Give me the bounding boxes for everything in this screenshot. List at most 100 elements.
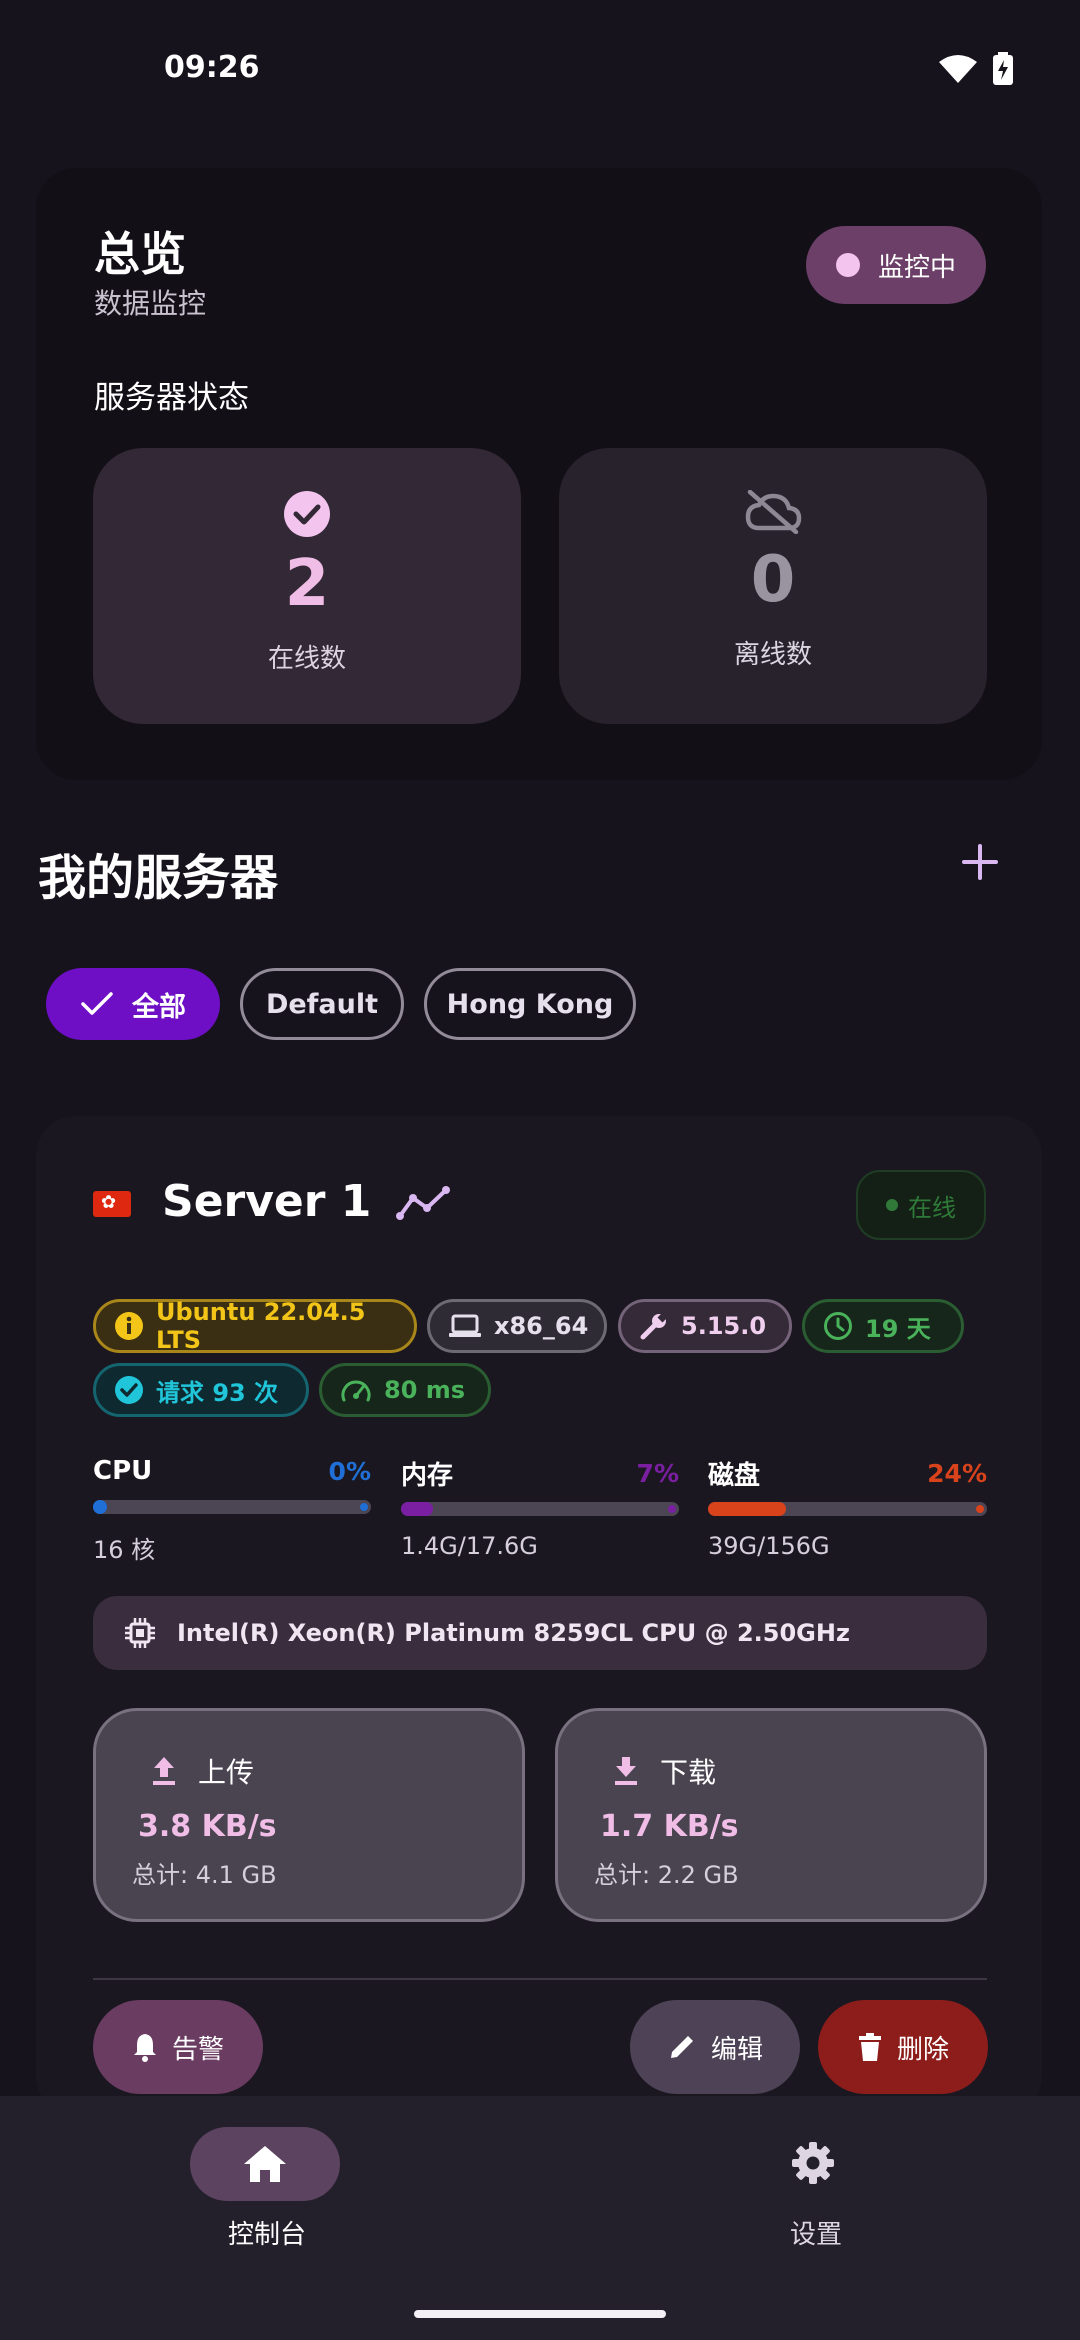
kernel-tag: 5.15.0 — [618, 1299, 792, 1353]
status-time: 09:26 — [164, 50, 260, 85]
uptime-tag: 19 天 — [802, 1299, 964, 1353]
nav-settings-label[interactable]: 设置 — [790, 2214, 842, 2251]
disk-progress-end — [976, 1505, 984, 1513]
home-icon — [242, 2144, 288, 2184]
nav-item-settings[interactable] — [788, 2138, 838, 2188]
status-dot-icon — [886, 1199, 898, 1211]
kernel-label: 5.15.0 — [681, 1312, 767, 1340]
online-count-card[interactable]: 2 在线数 — [93, 448, 521, 724]
memory-progress-bar — [401, 1502, 679, 1516]
nav-item-dashboard[interactable] — [190, 2127, 340, 2201]
upload-header: 上传 — [150, 1751, 254, 1791]
offline-count-label: 离线数 — [733, 639, 812, 670]
check-circle-icon — [283, 490, 331, 538]
disk-usage: 39G/156G — [708, 1532, 830, 1560]
ping-label: 80 ms — [384, 1376, 466, 1404]
bottom-navigation — [0, 2096, 1080, 2340]
alert-button[interactable]: 告警 — [93, 2000, 263, 2094]
trash-icon — [857, 2032, 883, 2062]
monitoring-label: 监控中 — [877, 252, 956, 283]
server-status-heading: 服务器状态 — [94, 380, 249, 416]
cpu-model-box: Intel(R) Xeon(R) Platinum 8259CL CPU @ 2… — [93, 1596, 987, 1670]
disk-meter: 磁盘 24% 39G/156G — [708, 1456, 987, 1560]
filter-chip-all[interactable]: 全部 — [46, 968, 220, 1040]
hong-kong-flag-icon: ✿ — [93, 1191, 131, 1217]
os-tag: Ubuntu 22.04.5 LTS — [93, 1298, 417, 1354]
filter-chip-hong-kong[interactable]: Hong Kong — [424, 968, 636, 1040]
offline-count-card[interactable]: 0 离线数 — [559, 448, 987, 724]
page-subtitle: 数据监控 — [94, 287, 207, 320]
online-count: 2 — [284, 547, 330, 621]
check-icon — [80, 990, 114, 1018]
cpu-meter: CPU 0% 16 核 — [93, 1454, 371, 1565]
monitoring-toggle-button[interactable]: 监控中 — [806, 226, 986, 304]
cpu-percent: 0% — [328, 1456, 371, 1486]
status-badge: 在线 — [856, 1170, 986, 1240]
page-title: 总览 — [94, 227, 186, 281]
nav-dashboard-label[interactable]: 控制台 — [228, 2214, 306, 2251]
ping-tag: 80 ms — [319, 1363, 491, 1417]
filter-chip-label: Hong Kong — [446, 988, 614, 1020]
arch-label: x86_64 — [494, 1312, 589, 1340]
gear-icon — [788, 2138, 838, 2188]
download-total: 总计: 2.2 GB — [594, 1861, 739, 1889]
filter-chip-default[interactable]: Default — [240, 968, 404, 1040]
cloud-off-icon — [744, 490, 802, 534]
battery-icon — [992, 52, 1014, 86]
delete-button[interactable]: 删除 — [818, 2000, 988, 2094]
download-icon — [612, 1755, 640, 1787]
bell-icon — [132, 2032, 158, 2062]
laptop-icon — [448, 1313, 482, 1339]
clock-icon — [823, 1311, 853, 1341]
cpu-meter-name: CPU — [93, 1456, 153, 1486]
pencil-icon — [667, 2032, 697, 2062]
edit-button[interactable]: 编辑 — [630, 2000, 800, 2094]
cpu-progress-bar — [93, 1500, 371, 1514]
info-icon — [114, 1311, 144, 1341]
cpu-progress-fill — [93, 1500, 107, 1514]
offline-count: 0 — [750, 543, 796, 617]
memory-meter: 内存 7% 1.4G/17.6G — [401, 1456, 679, 1560]
speedometer-icon — [340, 1376, 372, 1404]
divider — [93, 1978, 987, 1980]
delete-button-label: 删除 — [896, 2034, 949, 2065]
online-count-label: 在线数 — [267, 643, 346, 674]
status-badge-label: 在线 — [908, 1193, 956, 1222]
requests-tag: 请求 93 次 — [93, 1363, 309, 1417]
memory-meter-name: 内存 — [401, 1460, 454, 1491]
monitor-dot-icon — [835, 253, 860, 277]
edit-button-label: 编辑 — [710, 2034, 763, 2065]
wrench-icon — [639, 1311, 669, 1341]
download-header: 下载 — [612, 1751, 716, 1791]
trend-icon[interactable] — [396, 1186, 450, 1222]
download-speed: 1.7 KB/s — [600, 1809, 739, 1844]
os-label: Ubuntu 22.04.5 LTS — [156, 1298, 366, 1354]
upload-icon — [150, 1755, 178, 1787]
verified-icon — [114, 1375, 144, 1405]
plus-icon — [960, 842, 1000, 882]
filter-chip-label: Default — [265, 988, 379, 1020]
status-icons — [938, 52, 1014, 86]
memory-progress-fill — [401, 1502, 433, 1516]
cpu-model-label: Intel(R) Xeon(R) Platinum 8259CL CPU @ 2… — [177, 1619, 850, 1647]
uptime-label: 19 天 — [865, 1314, 931, 1343]
chip-icon — [123, 1616, 157, 1650]
memory-progress-end — [668, 1505, 676, 1513]
disk-percent: 24% — [927, 1458, 987, 1488]
upload-speed: 3.8 KB/s — [138, 1809, 277, 1844]
disk-progress-bar — [708, 1502, 987, 1516]
alert-button-label: 告警 — [171, 2034, 224, 2065]
requests-label: 请求 93 次 — [156, 1378, 279, 1407]
filter-chip-label: 全部 — [132, 991, 186, 1023]
upload-total: 总计: 4.1 GB — [132, 1861, 277, 1889]
home-indicator — [414, 2310, 666, 2318]
memory-usage: 1.4G/17.6G — [401, 1532, 538, 1560]
disk-meter-name: 磁盘 — [708, 1460, 761, 1491]
group-filter-chips: 全部 Default Hong Kong — [46, 968, 636, 1040]
add-server-button[interactable] — [960, 842, 1000, 882]
download-label: 下载 — [660, 1756, 717, 1789]
disk-progress-fill — [708, 1502, 786, 1516]
wifi-icon — [938, 54, 978, 84]
memory-percent: 7% — [636, 1458, 679, 1488]
upload-card: 上传 3.8 KB/s 总计: 4.1 GB — [93, 1708, 525, 1922]
